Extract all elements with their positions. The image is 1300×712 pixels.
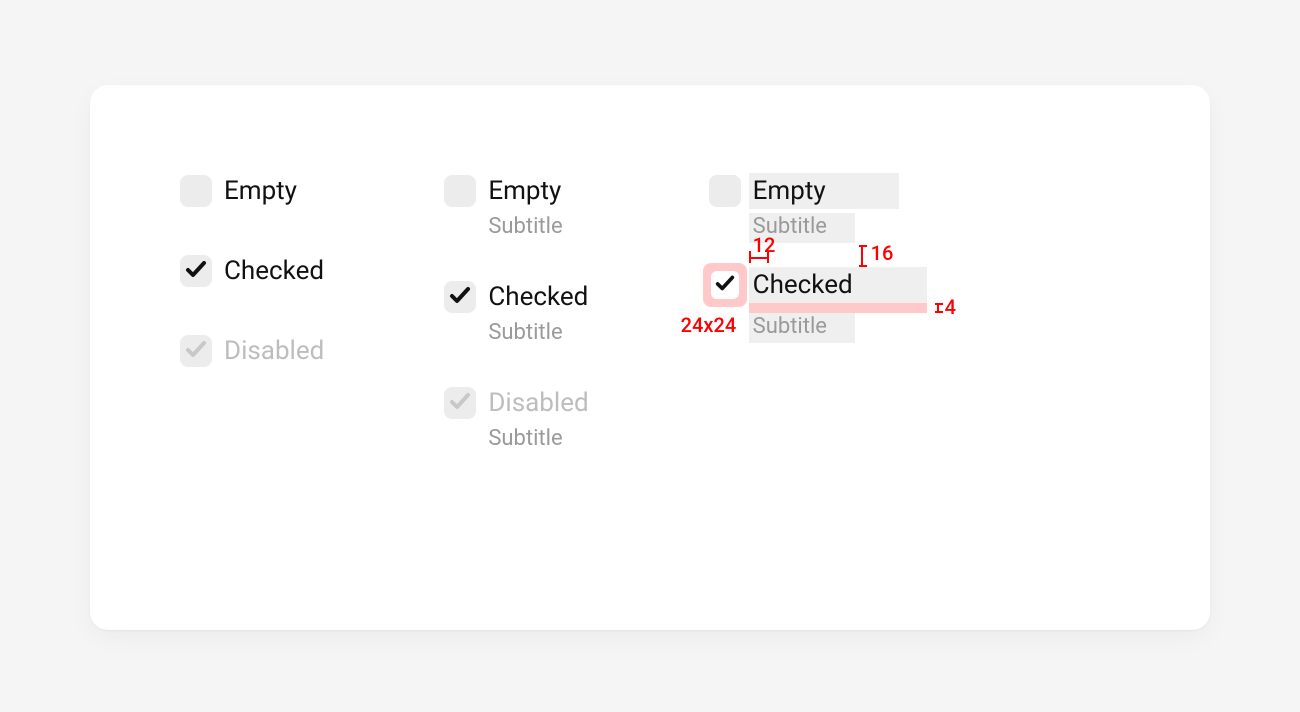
checkbox-checked[interactable]: Checked: [180, 255, 324, 287]
spec-title-subtitle-label: 4: [945, 295, 956, 319]
checkbox-box[interactable]: [180, 175, 212, 207]
check-icon: [448, 283, 472, 311]
spec-tick: [749, 251, 751, 263]
checkbox-box-disabled: [180, 335, 212, 367]
checkbox-subtitle: Subtitle: [488, 213, 562, 241]
checkbox-empty[interactable]: Empty Subtitle: [444, 175, 562, 241]
spec-gap-horizontal-marker: [749, 257, 767, 259]
checkbox-title: Empty: [488, 175, 562, 207]
checkbox-variant-annotated: Empty Subtitle 16 12: [709, 175, 853, 341]
checkbox-disabled: Disabled: [180, 335, 324, 367]
spec-title-subtitle-marker: [937, 303, 939, 313]
checkbox-title: Disabled: [224, 335, 324, 367]
spec-title-subtitle-gap: [749, 303, 927, 313]
spec-box-size-label: 24x24: [681, 313, 737, 337]
checkbox-empty[interactable]: Empty Subtitle: [709, 175, 827, 241]
checkbox-box-disabled: [444, 387, 476, 419]
spec-gap-vertical-marker: [861, 245, 863, 267]
check-icon: [184, 337, 208, 365]
checkbox-subtitle: Subtitle: [488, 425, 588, 453]
spec-card: Empty Checked: [90, 85, 1210, 630]
checkbox-box-checked[interactable]: [444, 281, 476, 313]
checkbox-title: Disabled: [488, 387, 588, 419]
checkbox-subtitle: Subtitle: [488, 319, 588, 347]
spec-box-highlight: [703, 263, 747, 307]
check-icon: [448, 389, 472, 417]
checkbox-variant-subtitle: Empty Subtitle Checked Subtitle: [444, 175, 588, 453]
checkbox-box[interactable]: [709, 175, 741, 207]
checkbox-variant-simple: Empty Checked: [180, 175, 324, 415]
checkbox-subtitle: Subtitle: [753, 313, 853, 341]
checkbox-subtitle: Subtitle: [753, 213, 827, 241]
check-icon: [714, 272, 736, 298]
checkbox-title: Checked: [224, 255, 324, 287]
checkbox-title: Empty: [224, 175, 297, 207]
checkbox-empty[interactable]: Empty: [180, 175, 297, 207]
checkbox-title: Checked: [488, 281, 588, 313]
checkbox-checked[interactable]: Checked Subtitle: [444, 281, 588, 347]
checkbox-box[interactable]: [444, 175, 476, 207]
spec-gap-vertical-label: 16: [871, 241, 894, 265]
checkbox-checked[interactable]: Checked Subtitle 4 24x24: [709, 269, 853, 341]
checkbox-title: Checked: [753, 269, 853, 301]
checkbox-disabled: Disabled Subtitle: [444, 387, 588, 453]
checkbox-title: Empty: [753, 175, 827, 207]
check-icon: [184, 257, 208, 285]
checkbox-box-checked[interactable]: [180, 255, 212, 287]
